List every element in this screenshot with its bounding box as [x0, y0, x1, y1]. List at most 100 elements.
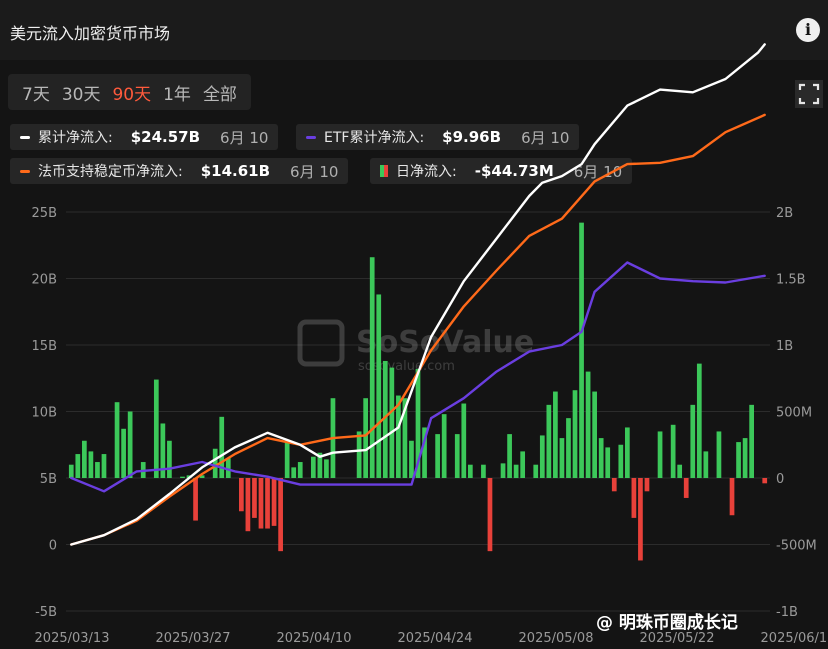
tab-1y[interactable]: 1年: [163, 80, 191, 105]
daily-inflow-bar: [258, 478, 264, 529]
daily-inflow-bar: [454, 434, 460, 478]
watermark-site: sosovalue.com: [358, 359, 455, 374]
daily-inflow-bar: [382, 360, 388, 478]
daily-inflow-bar: [441, 414, 447, 478]
legend-daily[interactable]: 日净流入: -$44.73M 6月 10: [370, 158, 633, 184]
daily-inflow-bar: [239, 478, 244, 512]
legend-label: 累计净流入:: [38, 130, 113, 146]
daily-inflow-bar: [539, 435, 545, 478]
daily-inflow-bar: [592, 391, 597, 478]
daily-inflow-bar: [553, 391, 558, 478]
sosovalue-logo-icon: [297, 319, 345, 367]
daily-inflow-bar: [572, 390, 578, 478]
daily-inflow-bar: [225, 458, 231, 478]
legend-swatch-orange: [20, 169, 30, 173]
daily-inflow-bar: [533, 464, 539, 478]
daily-inflow-bar: [729, 478, 735, 516]
tab-7d[interactable]: 7天: [22, 80, 50, 105]
legend-swatch-bars: [380, 165, 388, 177]
daily-inflow-bar: [324, 459, 329, 478]
daily-inflow-bar: [95, 462, 100, 478]
daily-inflow-bar: [114, 402, 120, 478]
daily-inflow-bar: [716, 431, 722, 478]
legend-date: 6月 10: [521, 128, 570, 147]
daily-inflow-bar: [88, 451, 94, 478]
daily-inflow-bar: [330, 398, 336, 478]
x-axis-tick: 2025/05/22: [640, 631, 715, 646]
daily-inflow-bar: [749, 404, 754, 478]
tab-30d[interactable]: 30天: [62, 80, 101, 105]
daily-inflow-bar: [703, 451, 709, 478]
daily-inflow-bar: [82, 440, 87, 478]
daily-inflow-bar: [677, 464, 683, 478]
legend-stablecoin[interactable]: 法币支持稳定币净流入: $14.61B 6月 10: [10, 158, 349, 184]
left-axis-tick: 15B: [32, 339, 57, 354]
left-axis-tick: -5B: [35, 605, 57, 620]
left-axis-tick: 10B: [32, 406, 57, 421]
series-line-etf: [70, 261, 766, 493]
daily-inflow-bar: [369, 257, 375, 478]
daily-inflow-bar: [363, 398, 369, 478]
left-axis-tick: 0: [49, 539, 57, 554]
daily-inflow-bar: [356, 431, 362, 478]
daily-inflow-bar: [657, 431, 663, 478]
watermark-brand: SoSoValue: [356, 325, 534, 360]
daily-inflow-bar: [389, 367, 395, 478]
daily-inflow-bar: [520, 451, 526, 478]
daily-inflow-bar: [481, 464, 486, 478]
page-title: 美元流入加密货币市场: [10, 24, 171, 43]
legend-date: 6月 10: [290, 162, 339, 181]
daily-inflow-bar: [271, 478, 277, 526]
daily-inflow-bar: [153, 379, 159, 478]
daily-inflow-bar: [618, 444, 624, 478]
legend-cumulative[interactable]: 累计净流入: $24.57B 6月 10: [10, 124, 279, 150]
daily-inflow-bar: [742, 438, 748, 478]
left-axis-tick: 5B: [40, 472, 57, 487]
daily-inflow-bar: [585, 371, 591, 478]
daily-inflow-bar: [252, 478, 257, 518]
fullscreen-icon[interactable]: [795, 80, 823, 108]
daily-inflow-bar: [396, 395, 401, 478]
daily-inflow-bar: [245, 478, 251, 532]
legend-etf[interactable]: ETF累计净流入: $9.96B 6月 10: [296, 124, 580, 150]
time-range-tabs: 7天 30天 90天 1年 全部: [8, 74, 251, 110]
daily-inflow-bar: [638, 478, 643, 561]
right-axis-tick: 0: [776, 472, 784, 487]
daily-inflow-bar: [422, 427, 427, 478]
legend-label: 日净流入:: [396, 164, 457, 180]
right-axis-tick: -500M: [776, 539, 817, 554]
author-credit: @ 明珠币圈成长记: [596, 608, 738, 633]
daily-inflow-bar: [199, 475, 205, 478]
right-axis-tick: 500M: [776, 406, 812, 421]
right-axis-tick: 2B: [776, 206, 793, 221]
daily-inflow-bar: [513, 464, 519, 478]
credit-text: @ 明珠币圈成长记: [596, 613, 738, 633]
legend-value: $14.61B: [200, 162, 271, 180]
daily-inflow-bar: [297, 462, 303, 478]
daily-inflow-bar: [487, 478, 493, 552]
daily-inflow-bar: [624, 427, 630, 478]
legend-swatch-white: [20, 135, 30, 139]
daily-inflow-bar: [409, 440, 414, 478]
daily-inflow-bar: [402, 398, 408, 478]
daily-inflow-bar: [559, 438, 565, 478]
daily-inflow-bar: [167, 440, 172, 478]
daily-inflow-bar: [376, 294, 382, 478]
daily-inflow-bar: [435, 434, 440, 478]
info-icon[interactable]: i: [796, 18, 820, 42]
tab-all[interactable]: 全部: [203, 80, 237, 105]
daily-inflow-bar: [278, 478, 283, 552]
right-axis-tick: 1.5B: [776, 273, 806, 288]
daily-inflow-bar: [284, 442, 290, 478]
tab-90d[interactable]: 90天: [112, 80, 151, 105]
right-axis-tick: 1B: [776, 339, 793, 354]
daily-inflow-bar: [180, 476, 185, 478]
daily-inflow-bar: [670, 424, 676, 478]
x-axis-tick: 2025/03/13: [35, 631, 110, 646]
daily-inflow-bar: [265, 478, 270, 529]
daily-inflow-bar: [68, 464, 74, 478]
daily-inflow-bar: [762, 478, 768, 484]
daily-inflow-bar: [500, 463, 506, 478]
legend-date: 6月 10: [573, 162, 623, 181]
daily-inflow-bar: [212, 448, 218, 478]
